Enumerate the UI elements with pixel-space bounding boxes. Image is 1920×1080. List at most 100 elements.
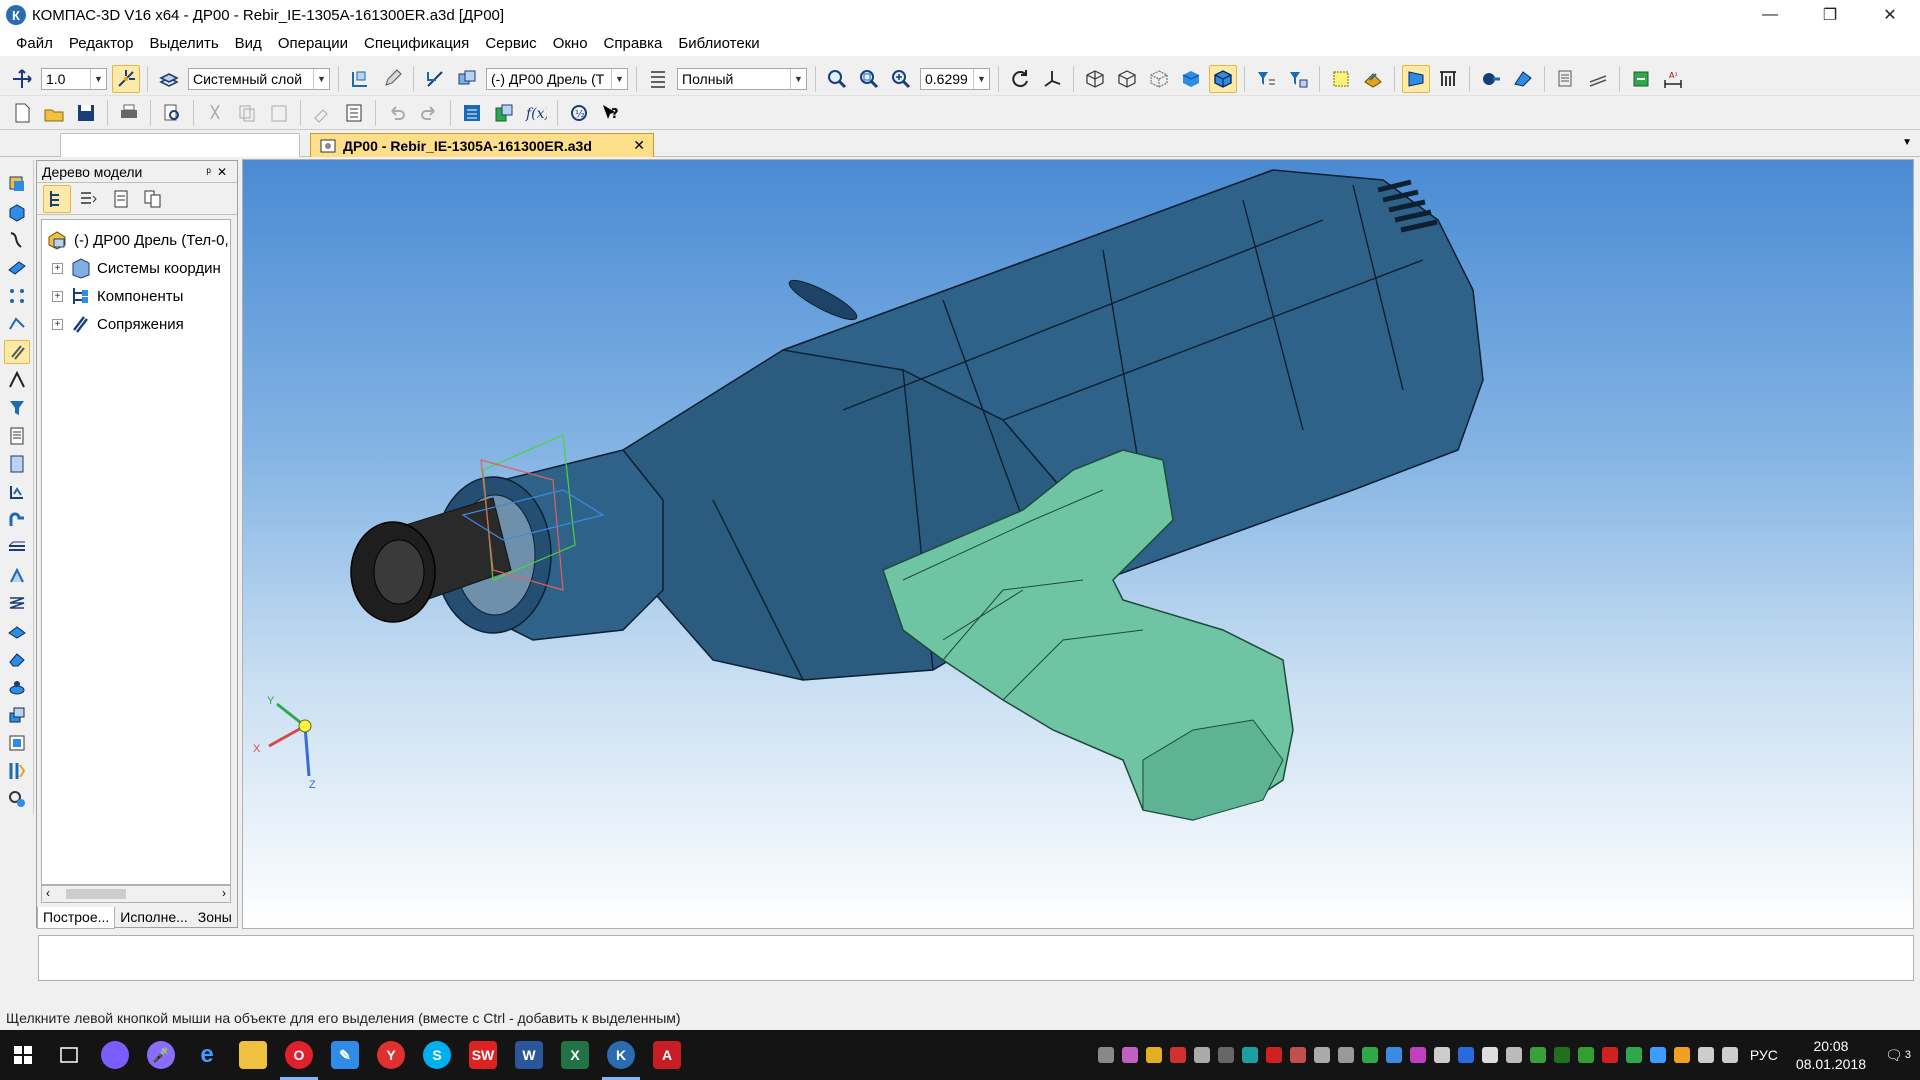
save-icon[interactable] — [72, 99, 100, 127]
sheet-metal-icon[interactable] — [4, 619, 30, 643]
document-icon[interactable] — [4, 452, 30, 476]
copy-icon[interactable] — [233, 99, 261, 127]
tree-root[interactable]: (-) ДР00 Дрель (Тел-0, — [42, 226, 230, 254]
settings-icon[interactable] — [4, 787, 30, 811]
perspective-icon[interactable] — [1402, 64, 1430, 93]
excel-icon[interactable]: X — [552, 1030, 598, 1080]
close-panel-icon[interactable]: ✕ — [217, 165, 233, 179]
opera-browser-icon[interactable]: O — [276, 1030, 322, 1080]
scroll-left-icon[interactable]: ‹ — [46, 886, 50, 900]
alice-assistant-icon[interactable] — [92, 1030, 138, 1080]
notifications-button[interactable]: 🗨 3 — [1876, 1030, 1920, 1080]
extrude-icon[interactable] — [4, 200, 30, 224]
bluetooth-icon[interactable] — [1457, 1047, 1474, 1063]
paint-icon[interactable]: ✎ — [322, 1030, 368, 1080]
tray-app-icon[interactable] — [1385, 1047, 1402, 1063]
menu-window[interactable]: Окно — [545, 35, 596, 52]
rotate-icon[interactable] — [1006, 65, 1034, 93]
menu-help[interactable]: Справка — [596, 35, 671, 52]
tree-filter-icon[interactable] — [75, 185, 103, 213]
plane-icon[interactable] — [4, 256, 30, 280]
drill-model[interactable] — [243, 160, 1914, 929]
snap-icon[interactable] — [112, 64, 140, 93]
part-combo[interactable]: (-) ДР00 Дрель (Т ▼ — [486, 67, 628, 90]
dimensions-tool-icon[interactable] — [4, 480, 30, 504]
new-file-icon[interactable] — [8, 99, 36, 127]
yandex-browser-icon[interactable]: Y — [368, 1030, 414, 1080]
tray-app-icon[interactable] — [1289, 1047, 1306, 1063]
dimension-icon[interactable]: A¹ — [1659, 65, 1687, 93]
language-indicator[interactable]: РУС — [1750, 1047, 1778, 1063]
shaded-icon[interactable] — [1177, 65, 1205, 93]
tray-app-icon[interactable] — [1217, 1047, 1234, 1063]
properties-panel[interactable] — [38, 935, 1914, 981]
mate-icon[interactable] — [4, 312, 30, 336]
tree-horizontal-scrollbar[interactable]: ‹ › — [41, 885, 231, 903]
tray-app-icon[interactable] — [1625, 1047, 1642, 1063]
curve-icon[interactable] — [4, 228, 30, 252]
specification-icon[interactable] — [1552, 65, 1580, 93]
tabs-dropdown-icon[interactable]: ▼ — [1902, 137, 1912, 148]
mates-toolbar-icon[interactable] — [3, 339, 30, 364]
tray-app-icon[interactable] — [1601, 1047, 1618, 1063]
measure-icon[interactable] — [1584, 65, 1612, 93]
mode-combo[interactable]: Полный ▼ — [677, 67, 807, 90]
menu-libraries[interactable]: Библиотеки — [670, 35, 767, 52]
expand-icon[interactable]: + — [52, 318, 63, 330]
surface-icon[interactable] — [4, 536, 30, 560]
select-icon[interactable] — [421, 65, 449, 93]
tray-app-icon[interactable] — [1241, 1047, 1258, 1063]
shaded-edges-icon[interactable] — [1209, 64, 1237, 93]
scroll-right-icon[interactable]: › — [222, 886, 226, 900]
file-explorer-icon[interactable] — [230, 1030, 276, 1080]
microphone-icon[interactable]: 🎤 — [138, 1030, 184, 1080]
filter-objects-icon[interactable] — [1284, 65, 1312, 93]
fragment-icon[interactable]: ½ — [565, 99, 593, 127]
3d-viewport[interactable]: Y X Z — [242, 159, 1914, 929]
report-icon[interactable] — [4, 424, 30, 448]
cloud-icon[interactable] — [1337, 1047, 1354, 1063]
tab-zones[interactable]: Зоны — [193, 907, 237, 929]
undo-icon[interactable] — [383, 99, 411, 127]
zoom-combo[interactable]: 0.6299 ▼ — [920, 67, 990, 90]
tray-app-icon[interactable] — [1313, 1047, 1330, 1063]
menu-operations[interactable]: Операции — [270, 35, 356, 52]
mass-properties-icon[interactable] — [1627, 65, 1655, 93]
tray-app-icon[interactable] — [1121, 1047, 1138, 1063]
tray-app-icon[interactable] — [1169, 1047, 1186, 1063]
redo-icon[interactable] — [415, 99, 443, 127]
close-tab-icon[interactable]: ✕ — [633, 137, 645, 154]
spring-icon[interactable] — [4, 591, 30, 615]
print-preview-icon[interactable] — [158, 99, 186, 127]
tree-structure-icon[interactable] — [43, 184, 71, 213]
zoom-in-icon[interactable] — [887, 65, 915, 93]
scroll-thumb[interactable] — [66, 889, 126, 899]
step-icon[interactable] — [8, 65, 36, 93]
section-icon[interactable] — [1434, 65, 1462, 93]
usb-icon[interactable] — [1433, 1047, 1450, 1063]
part-icon[interactable] — [453, 65, 481, 93]
solidworks-icon[interactable]: SW — [460, 1030, 506, 1080]
pin-icon[interactable]: ᵖ — [206, 165, 217, 179]
tab-variants[interactable]: Исполне... — [115, 907, 192, 929]
print-icon[interactable] — [115, 99, 143, 127]
menu-editor[interactable]: Редактор — [61, 35, 142, 52]
wifi-icon[interactable] — [1505, 1047, 1522, 1063]
task-view-icon[interactable] — [46, 1030, 92, 1080]
menu-service[interactable]: Сервис — [477, 35, 544, 52]
tray-app-icon[interactable] — [1649, 1047, 1666, 1063]
hidden-lines-icon[interactable] — [1113, 65, 1141, 93]
points-icon[interactable] — [4, 284, 30, 308]
part-edit-icon[interactable] — [1359, 65, 1387, 93]
variables-icon[interactable] — [490, 99, 518, 127]
tray-app-icon[interactable] — [1145, 1047, 1162, 1063]
minimize-button[interactable]: — — [1740, 0, 1800, 30]
menu-view[interactable]: Вид — [227, 35, 270, 52]
menu-specification[interactable]: Спецификация — [356, 35, 477, 52]
layers-icon[interactable] — [155, 65, 183, 93]
restore-button[interactable]: ❐ — [1800, 0, 1860, 30]
eraser-icon[interactable] — [4, 647, 30, 671]
cut-icon[interactable] — [201, 99, 229, 127]
close-window-button[interactable]: ✕ — [1860, 0, 1920, 30]
menu-select[interactable]: Выделить — [141, 35, 226, 52]
